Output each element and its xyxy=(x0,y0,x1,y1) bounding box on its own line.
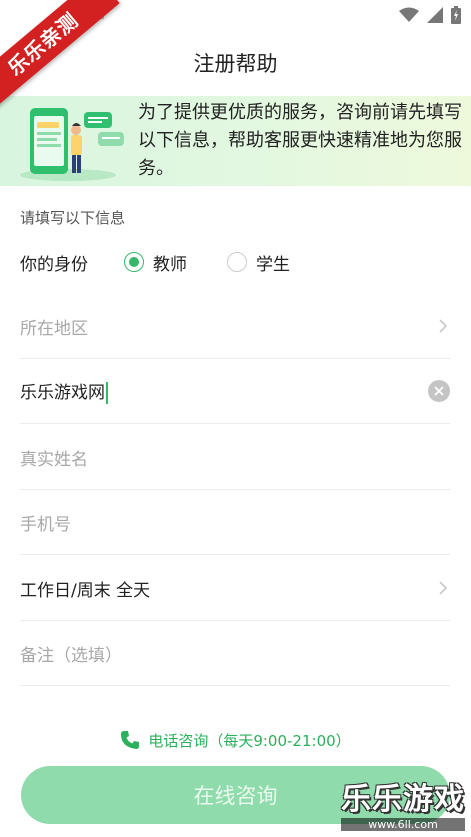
page-title: 注册帮助 xyxy=(193,52,278,76)
remark-placeholder: 备注（选填） xyxy=(20,645,122,666)
info-banner: 为了提供更优质的服务，咨询前请先填写以下信息，帮助客服更快速精准地为您服务。 xyxy=(0,96,471,186)
remark-field[interactable]: 备注（选填） xyxy=(20,621,450,686)
region-field[interactable]: 所在地区 xyxy=(20,294,450,359)
chevron-right-icon xyxy=(439,319,448,333)
real-name-placeholder: 真实姓名 xyxy=(20,449,88,470)
phone-consult-text: 电话咨询（每天9:00-21:00） xyxy=(148,731,351,750)
identity-row: 你的身份 教师 学生 xyxy=(20,244,450,280)
radio-student[interactable]: 学生 xyxy=(227,250,290,275)
phone-icon xyxy=(121,731,140,749)
phone-consult-link[interactable]: 电话咨询（每天9:00-21:00） xyxy=(0,726,471,754)
radio-teacher[interactable]: 教师 xyxy=(124,250,187,275)
battery-icon xyxy=(451,6,461,24)
organization-field[interactable]: 乐乐游戏网 xyxy=(20,359,450,424)
status-icons xyxy=(399,6,461,24)
contact-time-field[interactable]: 工作日/周末 全天 xyxy=(20,556,450,621)
radio-teacher-label: 教师 xyxy=(153,254,187,275)
customer-service-illustration xyxy=(20,108,124,181)
radio-student-label: 学生 xyxy=(256,254,290,275)
organization-value: 乐乐游戏网 xyxy=(20,378,428,404)
section-hint: 请填写以下信息 xyxy=(20,209,126,227)
phone-placeholder: 手机号 xyxy=(20,514,71,535)
banner-text: 为了提供更优质的服务，咨询前请先填写以下信息，帮助客服更快速精准地为您服务。 xyxy=(138,102,462,179)
region-placeholder: 所在地区 xyxy=(20,318,88,339)
online-consult-button[interactable]: 在线咨询 xyxy=(21,766,450,824)
radio-checked-icon xyxy=(124,252,144,272)
radio-unchecked-icon xyxy=(227,252,247,272)
wifi-icon xyxy=(399,7,419,22)
phone-field[interactable]: 手机号 xyxy=(20,490,450,555)
real-name-field[interactable]: 真实姓名 xyxy=(20,425,450,490)
clear-icon[interactable] xyxy=(428,380,450,402)
identity-label: 你的身份 xyxy=(20,254,88,275)
signal-icon xyxy=(427,7,443,23)
chevron-right-icon xyxy=(439,581,448,595)
contact-time-value: 工作日/周末 全天 xyxy=(20,580,151,601)
